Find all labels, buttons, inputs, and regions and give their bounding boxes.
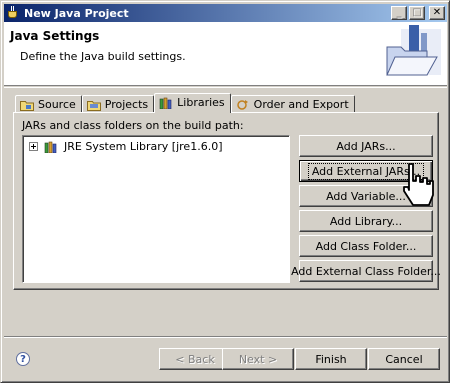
cancel-label: Cancel: [385, 352, 423, 366]
back-button[interactable]: < Back: [159, 348, 231, 370]
maximize-button[interactable]: □: [409, 6, 425, 20]
libraries-panel: JARs and class folders on the build path…: [13, 112, 441, 290]
page-title: Java Settings: [10, 29, 100, 43]
add-class-folder-label: Add Class Folder...: [315, 239, 417, 253]
add-variable-label: Add Variable...: [326, 189, 406, 203]
source-folder-icon: [20, 99, 34, 111]
tab-projects[interactable]: Projects: [81, 95, 155, 113]
add-class-folder-button[interactable]: Add Class Folder...: [299, 235, 433, 257]
tab-order-export-label: Order and Export: [253, 98, 349, 111]
tree-item-label: JRE System Library [jre1.6.0]: [64, 140, 223, 153]
title-bar[interactable]: New Java Project _ □ ✕: [4, 4, 447, 22]
add-library-button[interactable]: Add Library...: [299, 210, 433, 232]
projects-icon: [86, 99, 101, 111]
next-button[interactable]: Next >: [222, 348, 294, 370]
libraries-icon: [159, 97, 173, 109]
tab-libraries-label: Libraries: [177, 96, 225, 109]
minimize-button[interactable]: _: [391, 6, 407, 20]
add-external-class-folder-button[interactable]: Add External Class Folder...: [291, 260, 441, 282]
new-java-project-dialog: New Java Project _ □ ✕ Java Settings Def…: [0, 0, 450, 383]
close-button[interactable]: ✕: [429, 6, 445, 20]
build-path-tree[interactable]: JRE System Library [jre1.6.0]: [22, 135, 290, 283]
add-library-label: Add Library...: [329, 214, 403, 228]
cancel-button[interactable]: Cancel: [368, 348, 440, 370]
tab-projects-label: Projects: [104, 98, 149, 111]
page-description: Define the Java build settings.: [20, 50, 186, 63]
add-external-class-folder-label: Add External Class Folder...: [291, 264, 441, 278]
order-export-icon: [236, 99, 250, 111]
library-icon: [44, 141, 57, 153]
add-jars-button[interactable]: Add JARs...: [299, 135, 433, 157]
finish-button[interactable]: Finish: [295, 348, 367, 370]
hand-pointer-cursor-icon: [403, 163, 434, 206]
finish-label: Finish: [315, 352, 347, 366]
tab-source-label: Source: [38, 98, 76, 111]
expand-icon[interactable]: [29, 142, 38, 151]
tab-strip: Source Projects Libraries Order and Expo…: [15, 93, 355, 113]
tab-libraries[interactable]: Libraries: [154, 93, 231, 113]
help-icon[interactable]: ?: [16, 352, 30, 366]
back-label: < Back: [175, 352, 215, 366]
java-icon: [6, 6, 20, 20]
folder-wizard-icon: [386, 25, 441, 76]
tree-item-jre-library[interactable]: JRE System Library [jre1.6.0]: [29, 140, 223, 153]
wizard-header: Java Settings Define the Java build sett…: [4, 22, 447, 86]
footer-divider: [4, 336, 447, 338]
window-title: New Java Project: [24, 6, 129, 20]
build-path-label: JARs and class folders on the build path…: [22, 119, 244, 132]
tab-source[interactable]: Source: [15, 95, 82, 113]
tab-order-and-export[interactable]: Order and Export: [230, 95, 355, 113]
header-divider: [4, 87, 447, 88]
next-label: Next >: [238, 352, 278, 366]
add-jars-label: Add JARs...: [336, 139, 396, 153]
